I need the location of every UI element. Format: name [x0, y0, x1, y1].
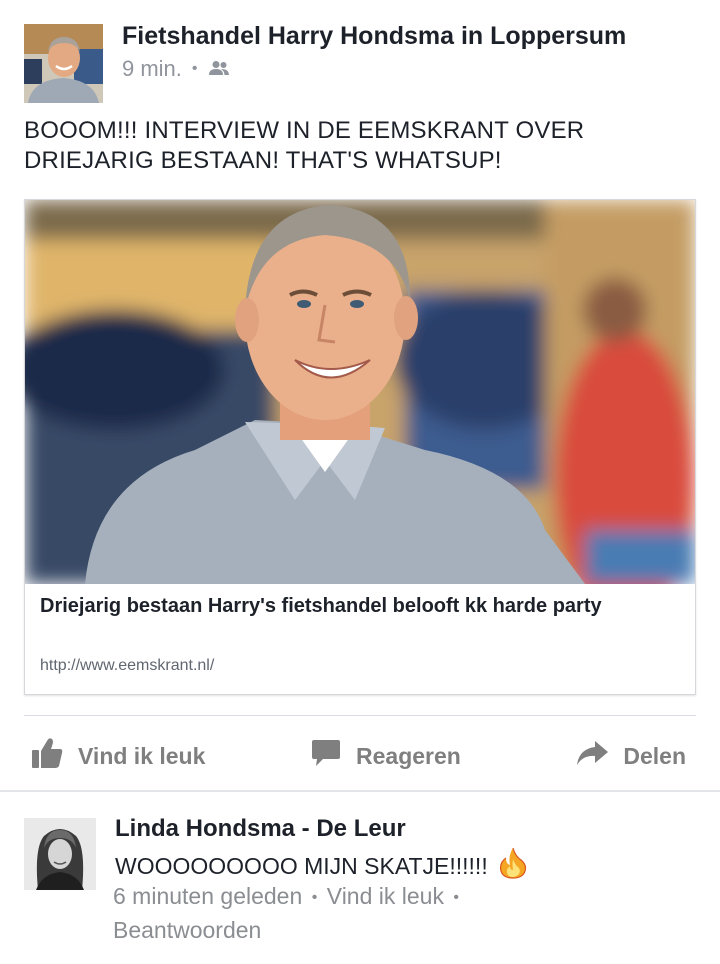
comment-label: Reageren [356, 742, 461, 769]
comment-text: WOOOOOOOOO MIJN SKATJE!!!!!! [115, 852, 488, 879]
link-preview-card[interactable]: Driejarig bestaan Harry's fietshandel be… [24, 199, 696, 695]
thumbs-up-icon [30, 736, 78, 776]
friends-icon[interactable] [208, 56, 230, 82]
post-meta: 9 min. • [122, 56, 230, 82]
comment-meta: 6 minuten geleden • Vind ik leuk • Beant… [113, 880, 533, 946]
meta-separator: • [307, 888, 322, 906]
actions-divider [24, 715, 696, 716]
like-label: Vind ik leuk [78, 742, 206, 769]
share-label: Delen [623, 742, 686, 769]
post-author[interactable]: Fietshandel Harry Hondsma in Loppersum [122, 22, 626, 51]
action-bar: Vind ik leuk Reageren Delen [24, 730, 696, 782]
commenter-name[interactable]: Linda Hondsma - De Leur [115, 815, 406, 843]
comment-button[interactable]: Reageren [310, 730, 461, 782]
comment-like-link[interactable]: Vind ik leuk [327, 883, 444, 909]
post-header: Fietshandel Harry Hondsma in Loppersum 9… [24, 22, 696, 104]
post-text: BOOOM!!! INTERVIEW IN DE EEMSKRANT OVER … [24, 117, 585, 174]
comment-item: Linda Hondsma - De Leur WOOOOOOOOO MIJN … [24, 815, 696, 948]
link-preview-image[interactable] [25, 200, 695, 584]
link-url[interactable]: http://www.eemskrant.nl/ [40, 657, 214, 675]
comment-icon [310, 738, 356, 774]
share-icon [575, 739, 623, 773]
comment-reply-link[interactable]: Beantwoorden [113, 917, 261, 943]
comment-time[interactable]: 6 minuten geleden [113, 883, 302, 909]
share-button[interactable]: Delen [575, 730, 686, 782]
commenter-avatar[interactable] [24, 818, 96, 890]
meta-separator: • [448, 888, 460, 906]
comments-separator [0, 790, 720, 792]
meta-separator: • [191, 60, 198, 77]
post-time[interactable]: 9 min. [122, 56, 182, 82]
like-button[interactable]: Vind ik leuk [30, 730, 205, 782]
author-avatar[interactable] [24, 24, 103, 103]
link-title[interactable]: Driejarig bestaan Harry's fietshandel be… [40, 593, 680, 620]
